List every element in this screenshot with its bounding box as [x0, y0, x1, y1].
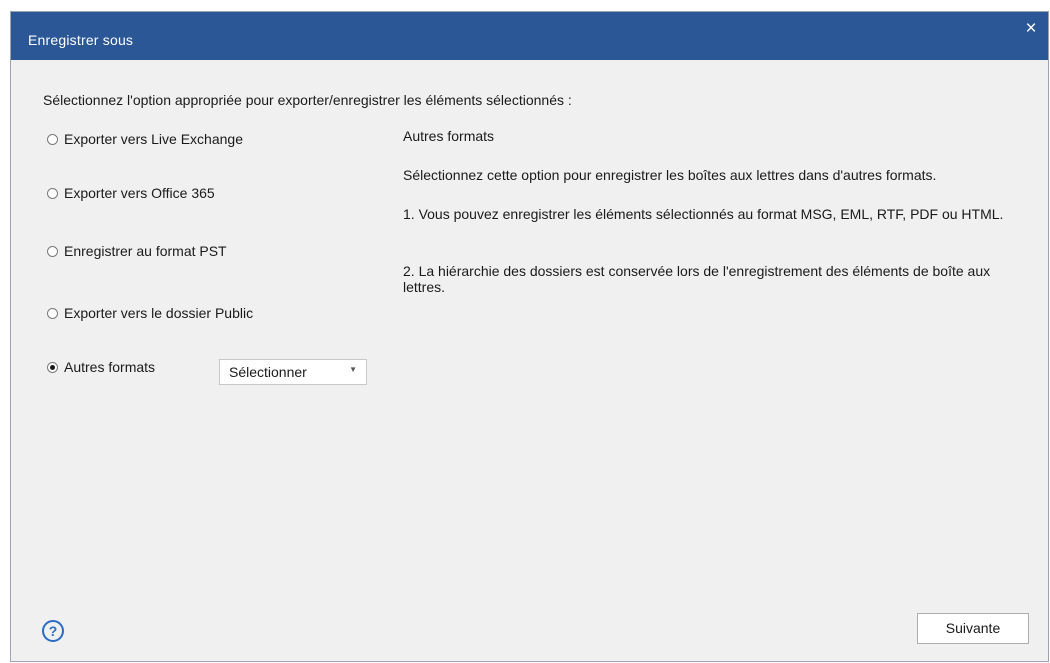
chevron-down-icon[interactable]: ▼ [349, 365, 357, 374]
option-pst[interactable]: Enregistrer au format PST [47, 243, 227, 259]
format-dropdown[interactable]: Sélectionner ▼ [219, 359, 367, 385]
title-bar: Enregistrer sous × [11, 12, 1048, 60]
option-label: Exporter vers Live Exchange [64, 131, 243, 147]
description-title: Autres formats [403, 128, 495, 144]
description-point-2: 2. La hiérarchie des dossiers est conser… [403, 263, 991, 295]
instruction-text: Sélectionnez l'option appropriée pour ex… [43, 92, 572, 108]
radio-selected-icon[interactable] [47, 361, 58, 373]
option-office-365[interactable]: Exporter vers Office 365 [47, 185, 215, 201]
radio-icon[interactable] [47, 133, 58, 145]
format-dropdown-value: Sélectionner [229, 364, 307, 380]
description-point-1: 1. Vous pouvez enregistrer les éléments … [403, 206, 1004, 222]
help-icon[interactable]: ? [42, 620, 64, 642]
option-live-exchange[interactable]: Exporter vers Live Exchange [47, 131, 243, 147]
option-label: Exporter vers Office 365 [64, 185, 215, 201]
dialog-title: Enregistrer sous [28, 32, 134, 48]
save-as-dialog: Enregistrer sous × Sélectionnez l'option… [10, 11, 1049, 662]
description-text: Sélectionnez cette option pour enregistr… [403, 167, 937, 183]
radio-icon[interactable] [47, 187, 58, 199]
option-label: Autres formats [64, 359, 156, 375]
option-label: Enregistrer au format PST [64, 243, 227, 259]
option-label: Exporter vers le dossier Public [64, 305, 254, 321]
radio-icon[interactable] [47, 307, 58, 319]
next-button[interactable]: Suivante [917, 613, 1029, 644]
close-icon[interactable]: × [1020, 18, 1042, 40]
radio-icon[interactable] [47, 245, 58, 257]
option-public-folder[interactable]: Exporter vers le dossier Public [47, 305, 253, 321]
option-other-formats[interactable]: Autres formats [47, 359, 155, 375]
